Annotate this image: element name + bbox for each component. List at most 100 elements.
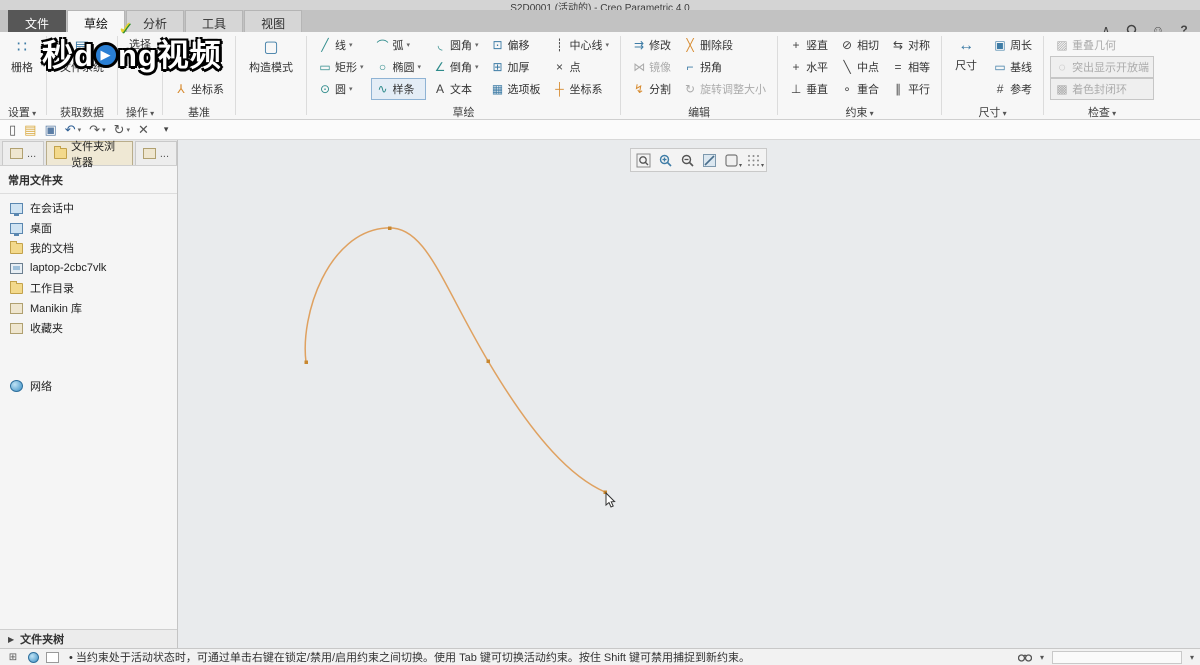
coincident-constraint-button[interactable]: ∘ 重合 — [835, 78, 884, 100]
group-label-inspect[interactable]: 检查 — [1050, 103, 1154, 119]
parallel-constraint-button[interactable]: ∥ 平行 — [886, 78, 935, 100]
tab-view[interactable]: 视图 — [244, 10, 303, 32]
chevron-down-icon[interactable] — [418, 63, 422, 71]
find-dropdown-icon[interactable]: ▾ — [1040, 653, 1044, 662]
horizontal-icon: + — [792, 60, 800, 74]
thicken-button[interactable]: ⊞ 加厚 — [486, 56, 546, 78]
chevron-down-icon[interactable] — [349, 41, 353, 49]
folder-item-network[interactable]: 网络 — [0, 376, 177, 396]
folder-item-my-documents[interactable]: 我的文档 — [0, 238, 177, 258]
spline-drawing[interactable] — [178, 140, 1200, 648]
chevron-down-icon[interactable]: ▾ — [127, 126, 131, 134]
chevron-down-icon[interactable]: ▾ — [102, 126, 106, 134]
perimeter-button[interactable]: ▣ 周长 — [988, 34, 1037, 56]
dimension-label: 尺寸 — [955, 60, 978, 72]
equal-constraint-button[interactable]: = 相等 — [886, 56, 935, 78]
redo-button[interactable]: ↷ ▾ — [86, 121, 108, 139]
web-link-icon[interactable] — [26, 651, 40, 663]
datum-csys-button[interactable]: ⅄ 坐标系 — [169, 79, 229, 99]
divide-button[interactable]: ↯ 分割 — [627, 78, 676, 100]
desktop-icon — [10, 222, 23, 236]
corner-button[interactable]: ⌐ 拐角 — [678, 56, 771, 78]
new-file-button[interactable]: ▯ — [6, 121, 19, 139]
regenerate-button[interactable]: ↻ ▾ — [111, 121, 133, 139]
model-tree-icon — [10, 148, 23, 159]
tab-favorites[interactable]: ... — [134, 141, 177, 165]
ellipse-button[interactable]: ○ 椭圆 — [371, 56, 427, 78]
folder-item-favorites[interactable]: 收藏夹 — [0, 318, 177, 338]
midpoint-icon: ╲ — [843, 60, 851, 74]
midpoint-constraint-button[interactable]: ╲ 中点 — [835, 56, 884, 78]
status-message: • 当约束处于活动状态时，可通过单击右键在锁定/禁用/启用约束之间切换。使用 T… — [69, 649, 750, 665]
group-label-operations[interactable]: 操作 — [124, 103, 156, 119]
folder-item-desktop[interactable]: 桌面 — [0, 218, 177, 238]
point-button[interactable]: × 点 — [548, 56, 615, 78]
sketch-canvas[interactable]: ▾ ▾ — [178, 140, 1200, 648]
folder-item-in-session[interactable]: 在会话中 — [0, 198, 177, 218]
chevron-down-icon[interactable] — [475, 41, 479, 49]
arc-label: 弧 — [392, 40, 404, 52]
reference-button[interactable]: # 参考 — [988, 78, 1037, 100]
toolbar-overflow-button[interactable]: ▾ — [164, 124, 169, 135]
watermark-logo: 秒d ▶ ng视频 ✓ — [42, 18, 222, 75]
fillet-button[interactable]: ◟ 圆角 — [428, 34, 484, 56]
chamfer-button[interactable]: ∠ 倒角 — [428, 56, 484, 78]
status-combobox[interactable] — [1051, 650, 1182, 664]
grid-settings-button[interactable]: ∷ 栅格 — [4, 34, 40, 78]
rectangle-button[interactable]: ▭ 矩形 — [313, 56, 369, 78]
dimension-button[interactable]: ↔ 尺寸 — [948, 34, 984, 76]
chevron-down-icon[interactable] — [360, 63, 364, 71]
tab-sketch[interactable]: 草绘 — [67, 10, 126, 32]
status-dropdown-icon[interactable]: ▾ — [1190, 653, 1194, 662]
horizontal-constraint-button[interactable]: + 水平 — [784, 56, 833, 78]
parallel-label: 平行 — [908, 84, 931, 96]
tangent-constraint-button[interactable]: ⊘ 相切 — [835, 34, 884, 56]
arc-button[interactable]: ⌒ 弧 — [371, 34, 427, 56]
tab-tools[interactable]: 工具 — [185, 10, 244, 32]
group-label-constrain[interactable]: 约束 — [784, 103, 935, 119]
check-icon: ✓ — [118, 18, 135, 38]
tab-folder-browser[interactable]: 文件夹浏览器 — [46, 141, 133, 169]
save-button[interactable]: ▣ — [41, 121, 59, 139]
construction-mode-button[interactable]: ▢ 构造模式 — [242, 34, 300, 78]
circle-button[interactable]: ⊙ 圆 — [313, 78, 369, 100]
chevron-down-icon[interactable] — [606, 41, 610, 49]
perpendicular-constraint-button[interactable]: ⊥ 垂直 — [784, 78, 833, 100]
folder-tree-bar[interactable]: ▶ 文件夹树 — [0, 629, 177, 648]
offset-button[interactable]: ⊡ 偏移 — [486, 34, 546, 56]
folder-item-computer[interactable]: laptop-2cbc7vlk — [0, 258, 177, 278]
vertical-constraint-button[interactable]: + 竖直 — [784, 34, 833, 56]
chevron-down-icon[interactable]: ▾ — [78, 126, 82, 134]
find-binoculars-icon[interactable] — [1017, 651, 1032, 663]
line-label: 线 — [335, 40, 346, 52]
sketch-csys-button[interactable]: ┼ 坐标系 — [548, 78, 615, 100]
modify-button[interactable]: ⇉ 修改 — [627, 34, 676, 56]
navigator-panel: ... 文件夹浏览器 ... 常用文件夹 在会话中 桌面 我的文档 laptop… — [0, 140, 178, 648]
midpoint-label: 中点 — [857, 62, 880, 74]
delete-segment-button[interactable]: ╳ 删除段 — [678, 34, 771, 56]
chevron-down-icon[interactable] — [349, 85, 353, 93]
folder-item-working-directory[interactable]: 工作目录 — [0, 278, 177, 298]
close-window-button[interactable]: ✕ — [135, 121, 152, 139]
symmetric-constraint-button[interactable]: ⇆ 对称 — [886, 34, 935, 56]
constraint-toggle-icon[interactable]: ⊞ — [6, 651, 20, 663]
tab-file[interactable]: 文件 — [8, 10, 67, 32]
spline-curve[interactable] — [304, 227, 606, 493]
palette-button[interactable]: ▦ 选项板 — [486, 78, 546, 100]
centerline-button[interactable]: ┊ 中心线 — [548, 34, 615, 56]
spline-button[interactable]: ∿ 样条 — [370, 78, 427, 100]
open-file-button[interactable]: ▤ — [21, 121, 39, 139]
line-button[interactable]: ╱ 线 — [313, 34, 369, 56]
folder-item-manikin-library[interactable]: Manikin 库 — [0, 298, 177, 318]
chevron-down-icon[interactable] — [475, 63, 479, 71]
spline-points[interactable] — [304, 226, 608, 495]
undo-button[interactable]: ↶ ▾ — [62, 121, 84, 139]
baseline-button[interactable]: ▭ 基线 — [988, 56, 1037, 78]
group-label-settings[interactable]: 设置 — [4, 103, 40, 119]
text-button[interactable]: A 文本 — [428, 78, 484, 100]
tab-analysis[interactable]: 分析 — [126, 10, 185, 32]
chevron-down-icon[interactable] — [407, 41, 411, 49]
select-filter-box[interactable] — [46, 651, 59, 663]
group-label-dimension[interactable]: 尺寸 — [948, 103, 1037, 119]
tab-model-tree[interactable]: ... — [2, 141, 45, 165]
